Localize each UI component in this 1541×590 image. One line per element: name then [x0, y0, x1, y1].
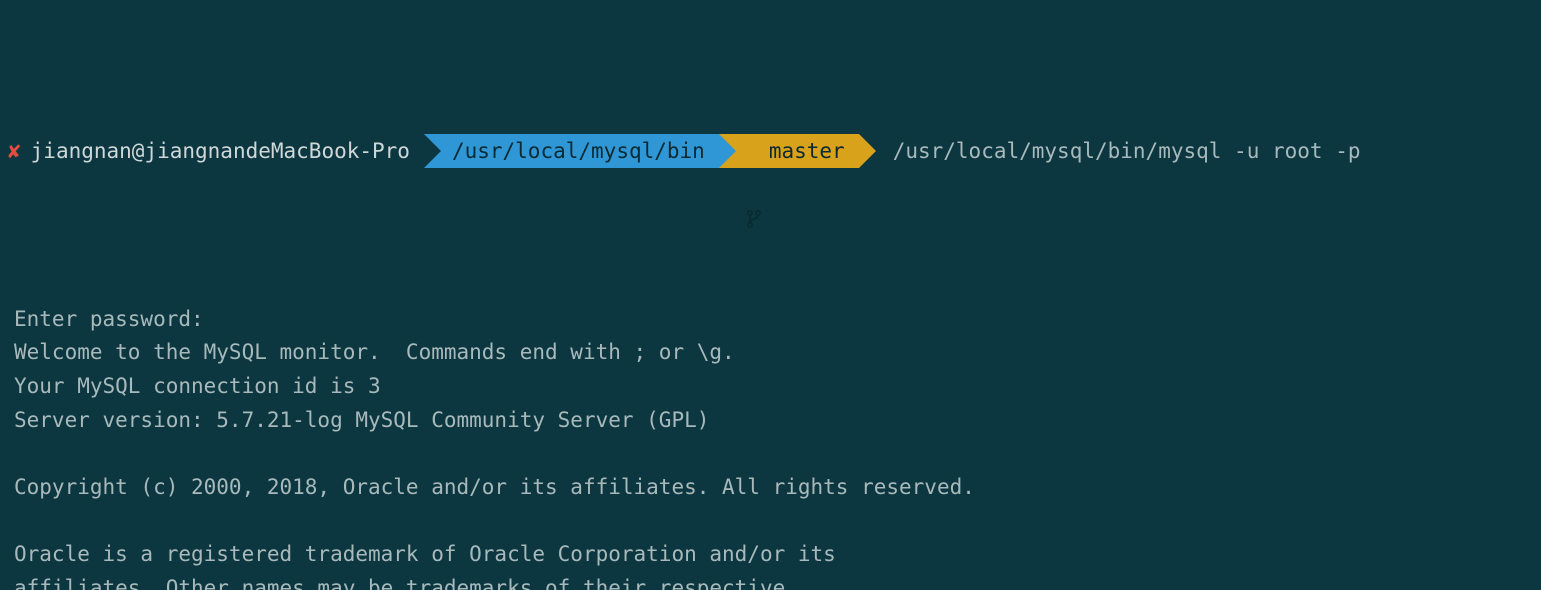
output-line: Welcome to the MySQL monitor. Commands e… [0, 336, 1541, 370]
output-line: Your MySQL connection id is 3 [0, 370, 1541, 404]
output-line: Server version: 5.7.21-log MySQL Communi… [0, 404, 1541, 438]
terminal-output: Enter password:Welcome to the MySQL moni… [0, 303, 1541, 590]
cwd-text: /usr/local/mysql/bin [452, 134, 705, 168]
git-branch-segment: master [719, 134, 859, 168]
user-host-text: jiangnan@jiangnandeMacBook-Pro [31, 134, 410, 168]
output-line: Oracle is a registered trademark of Orac… [0, 538, 1541, 572]
terminal-window[interactable]: ✘ jiangnan@jiangnandeMacBook-Pro /usr/lo… [0, 0, 1541, 590]
cwd-segment: /usr/local/mysql/bin [424, 134, 719, 168]
git-branch-text: master [769, 134, 845, 168]
command-text: /usr/local/mysql/bin/mysql -u root -p [859, 134, 1361, 168]
output-line: Copyright (c) 2000, 2018, Oracle and/or … [0, 471, 1541, 505]
output-line [0, 504, 1541, 538]
status-error-icon: ✘ [8, 134, 21, 168]
output-line: Enter password: [0, 303, 1541, 337]
output-line [0, 437, 1541, 471]
output-line: affiliates. Other names may be trademark… [0, 572, 1541, 590]
git-branch-icon [747, 142, 761, 160]
prompt-line-1: ✘ jiangnan@jiangnandeMacBook-Pro /usr/lo… [0, 134, 1541, 168]
user-host-segment: ✘ jiangnan@jiangnandeMacBook-Pro [0, 134, 424, 168]
